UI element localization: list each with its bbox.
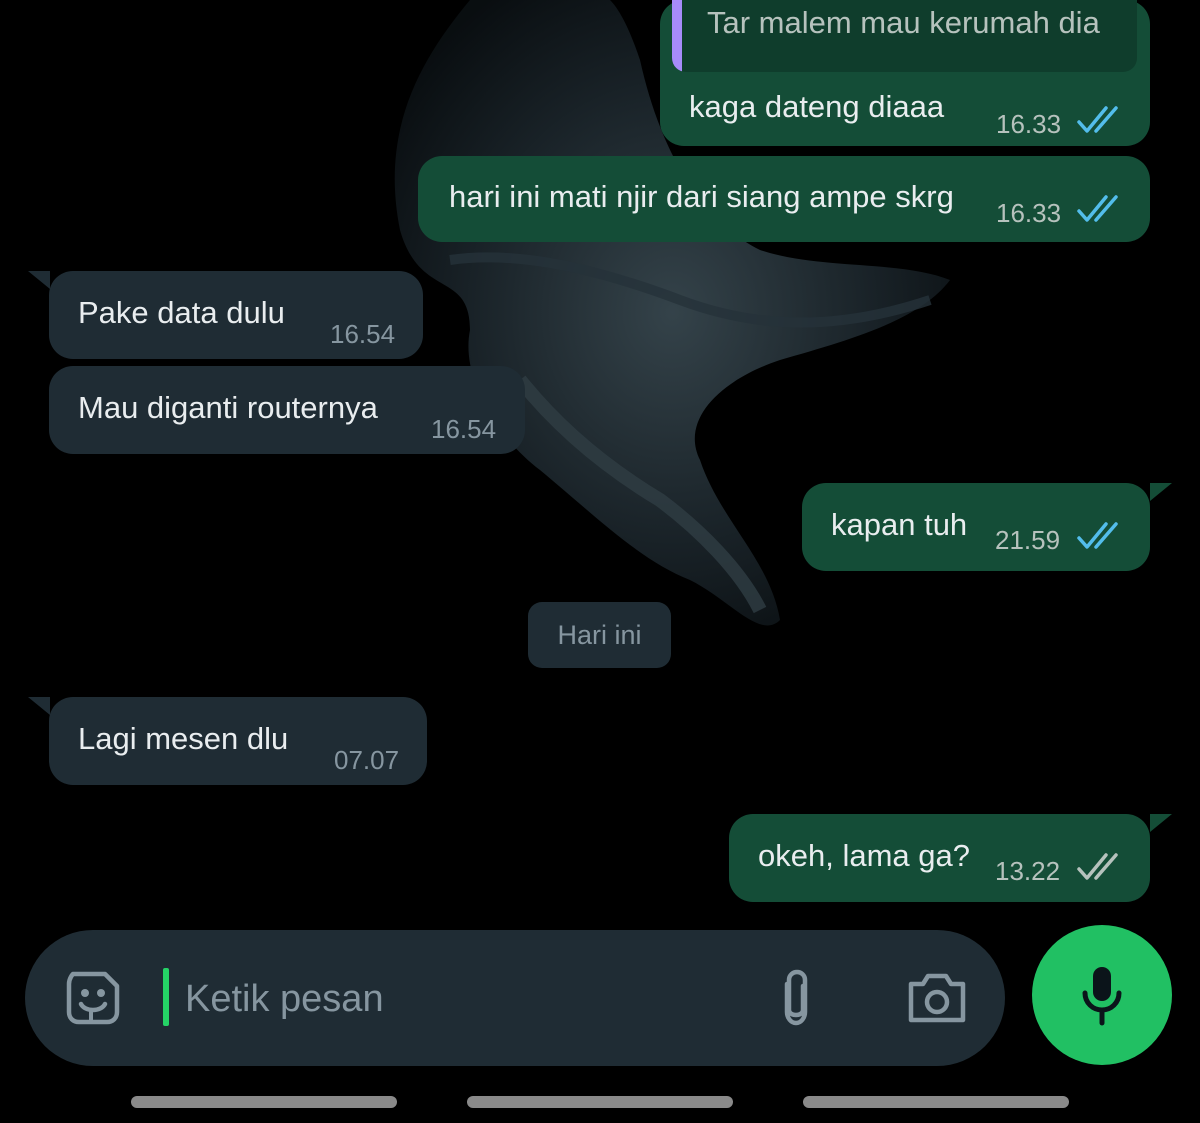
message-time: 16.54	[431, 414, 497, 444]
date-separator: Hari ini	[528, 602, 671, 668]
bubble-tail	[1150, 483, 1172, 501]
quoted-message[interactable]: Tar malem mau kerumah dia	[672, 0, 1137, 72]
message-text: okeh, lama ga?	[758, 838, 970, 873]
message-outgoing[interactable]: kapan tuh 21.59	[802, 483, 1150, 571]
message-text: Lagi mesen dlu	[78, 721, 289, 756]
message-text: kapan tuh	[831, 507, 968, 542]
message-composer	[25, 930, 1005, 1066]
message-text: hari ini mati njir dari siang ampe skrg	[449, 179, 954, 214]
message-time: 16.33	[996, 198, 1062, 228]
message-time: 21.59	[995, 525, 1061, 555]
message-incoming[interactable]: Mau diganti routernya 16.54	[49, 366, 525, 454]
bubble-tail	[1150, 814, 1172, 832]
message-time: 16.33	[996, 109, 1062, 139]
read-ticks-icon	[1077, 195, 1118, 222]
message-incoming[interactable]: Pake data dulu 16.54	[49, 271, 423, 359]
paperclip-icon[interactable]	[773, 968, 819, 1030]
nav-bar-back[interactable]	[131, 1096, 397, 1108]
message-text: Mau diganti routernya	[78, 390, 378, 425]
message-text: kaga dateng diaaa	[689, 89, 945, 124]
voice-record-button[interactable]	[1032, 925, 1172, 1065]
bubble-tail	[28, 271, 50, 289]
message-outgoing[interactable]: Tar malem mau kerumah dia kaga dateng di…	[660, 0, 1150, 146]
message-time: 16.54	[330, 319, 396, 349]
message-outgoing[interactable]: hari ini mati njir dari siang ampe skrg …	[418, 156, 1150, 242]
message-incoming[interactable]: Lagi mesen dlu 07.07	[49, 697, 427, 785]
read-ticks-icon	[1077, 522, 1118, 549]
nav-bar-home[interactable]	[467, 1096, 733, 1108]
sticker-smile-icon[interactable]	[63, 968, 123, 1028]
message-outgoing[interactable]: okeh, lama ga? 13.22	[729, 814, 1150, 902]
message-text: Pake data dulu	[78, 295, 285, 330]
microphone-icon	[1082, 967, 1122, 1026]
message-input[interactable]	[185, 972, 745, 1027]
chat-screen: Tar malem mau kerumah dia kaga dateng di…	[0, 0, 1200, 1123]
nav-bar-recents[interactable]	[803, 1096, 1069, 1108]
text-cursor	[163, 968, 169, 1026]
message-time: 07.07	[334, 745, 400, 775]
quoted-text: Tar malem mau kerumah dia	[707, 5, 1100, 40]
message-time: 13.22	[995, 856, 1061, 886]
quote-bar	[672, 0, 682, 72]
delivered-ticks-icon	[1077, 853, 1118, 880]
bubble-tail	[28, 697, 50, 715]
read-ticks-icon	[1077, 106, 1118, 133]
camera-icon[interactable]	[905, 970, 969, 1026]
